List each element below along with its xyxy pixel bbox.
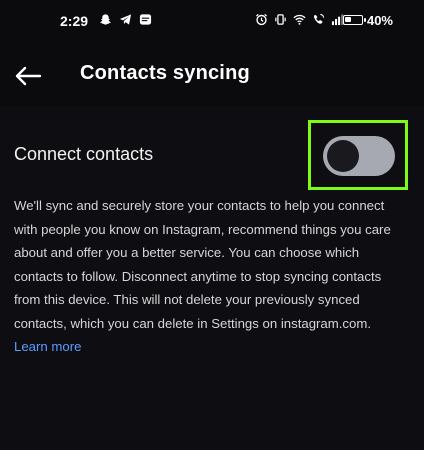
back-button[interactable]	[12, 62, 44, 90]
arrow-left-icon	[15, 66, 42, 86]
sync-description: We'll sync and securely store your conta…	[14, 194, 406, 359]
connect-contacts-label: Connect contacts	[14, 144, 154, 164]
wifi-icon	[293, 13, 306, 26]
toggle-knob	[327, 140, 359, 172]
app-header: Contacts syncing	[0, 44, 424, 106]
battery-icon	[343, 15, 366, 25]
battery-level-fill	[345, 17, 351, 22]
page-title: Contacts syncing	[80, 62, 250, 84]
learn-more-link[interactable]: Learn more	[14, 339, 81, 354]
telegram-icon	[119, 13, 132, 26]
alarm-icon	[255, 13, 268, 26]
connect-contacts-toggle[interactable]	[323, 136, 395, 176]
message-icon	[139, 13, 152, 26]
status-bar: 2:29 40%	[0, 0, 424, 44]
settings-content: Connect contacts We'll sync and securely…	[0, 106, 424, 450]
battery-percentage: 40%	[366, 13, 393, 28]
sync-description-text: We'll sync and securely store your conta…	[14, 198, 391, 331]
status-time: 2:29	[60, 13, 89, 29]
status-left-icons	[99, 13, 152, 26]
vibrate-icon	[274, 13, 287, 26]
status-right-icons	[255, 13, 344, 26]
snapchat-icon	[99, 13, 112, 26]
wifi-calling-icon	[312, 13, 325, 26]
